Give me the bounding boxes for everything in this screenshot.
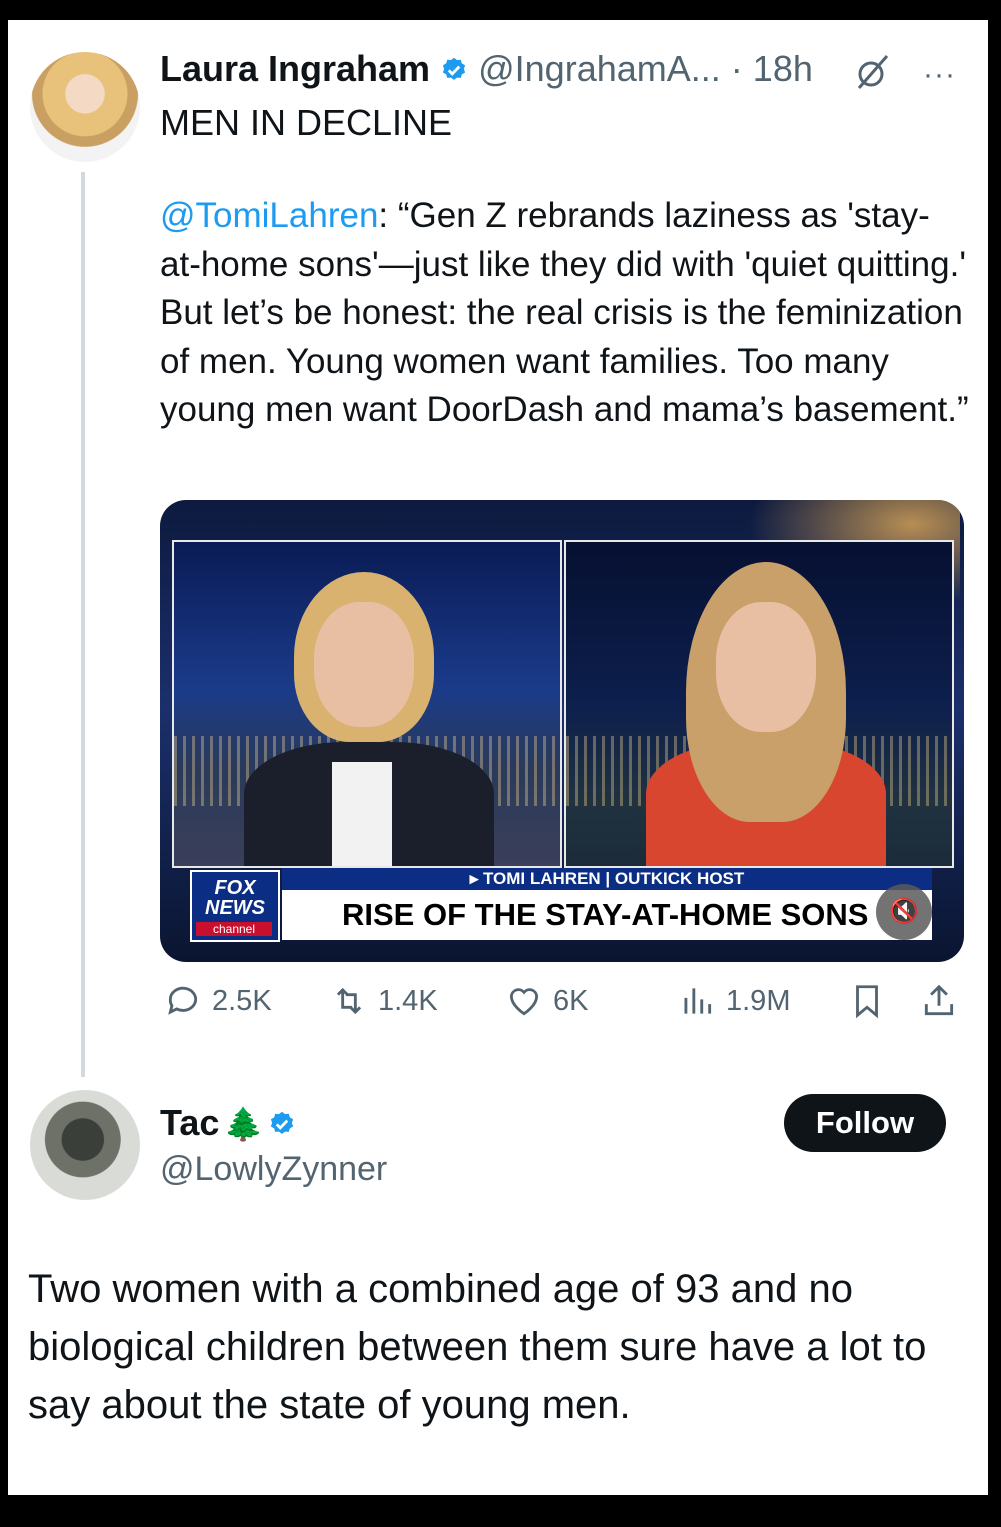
news-headline: RISE OF THE STAY-AT-HOME SONS [282,890,932,940]
verified-badge-icon [443,57,466,80]
tree-emoji: 🌲 [223,1106,264,1142]
like-count: 6K [553,984,589,1017]
reply-icon [168,986,198,1015]
reply-header: Tac 🌲 [160,1102,296,1144]
tweet-headline: MEN IN DECLINE [160,102,453,143]
mute-icon[interactable]: 🔇 [876,884,932,940]
views-icon [684,988,712,1014]
author-handle[interactable]: @IngrahamA... [478,48,721,89]
reply-author-avatar[interactable] [30,1090,140,1200]
heart-icon [509,988,539,1016]
tweet-header: Laura Ingraham @IngrahamA... · 18h [160,48,813,90]
guest-face [716,602,816,732]
news-lower-third: FOX NEWS channel ▸ TOMI LAHREN | OUTKICK … [172,866,950,942]
separator-dot: · [730,48,743,89]
video-panel-host [172,540,562,868]
author-name[interactable]: Laura Ingraham [160,48,430,89]
views-count: 1.9M [726,984,791,1017]
video-media[interactable]: FOX NEWS channel ▸ TOMI LAHREN | OUTKICK … [160,500,964,962]
repost-button[interactable]: 1.4K [330,982,438,1020]
post-card: Laura Ingraham @IngrahamA... · 18h ··· M… [8,20,988,1495]
reply-body: Two women with a combined age of 93 and … [28,1267,927,1427]
post-time[interactable]: 18h [753,48,813,89]
reply-author-name[interactable]: Tac [160,1102,219,1143]
fox-news-logo: FOX NEWS channel [190,870,280,942]
reply-author-handle[interactable]: @LowlyZynner [160,1150,387,1189]
author-avatar[interactable] [30,52,140,162]
logo-line1: FOX [214,877,256,899]
host-shirt [332,762,392,866]
follow-button[interactable]: Follow [784,1094,946,1152]
tweet-body: @TomiLahren: “Gen Z rebrands laziness as… [160,192,970,435]
logo-line2: NEWS [205,897,265,919]
repost-count: 1.4K [378,984,438,1017]
repost-icon [336,987,362,1015]
share-icon [924,984,954,1016]
bookmark-icon [856,985,878,1019]
reply-button[interactable]: 2.5K [164,982,272,1020]
verified-badge-icon [271,1111,294,1134]
host-face [314,602,414,727]
video-panel-guest [564,540,954,868]
thread-line [81,172,85,1077]
reply-count: 2.5K [212,984,272,1017]
guest-name-strip: ▸ TOMI LAHREN | OUTKICK HOST [282,868,932,890]
bookmark-button[interactable] [848,982,886,1020]
grok-icon[interactable] [853,52,893,92]
views-button[interactable]: 1.9M [678,982,790,1020]
like-button[interactable]: 6K [505,982,588,1020]
share-button[interactable] [920,982,958,1020]
action-bar: 2.5K 1.4K 6K 1.9M [160,982,970,1032]
logo-channel: channel [196,922,272,936]
more-options-icon[interactable]: ··· [923,58,956,92]
mention-link[interactable]: @TomiLahren [160,196,378,235]
